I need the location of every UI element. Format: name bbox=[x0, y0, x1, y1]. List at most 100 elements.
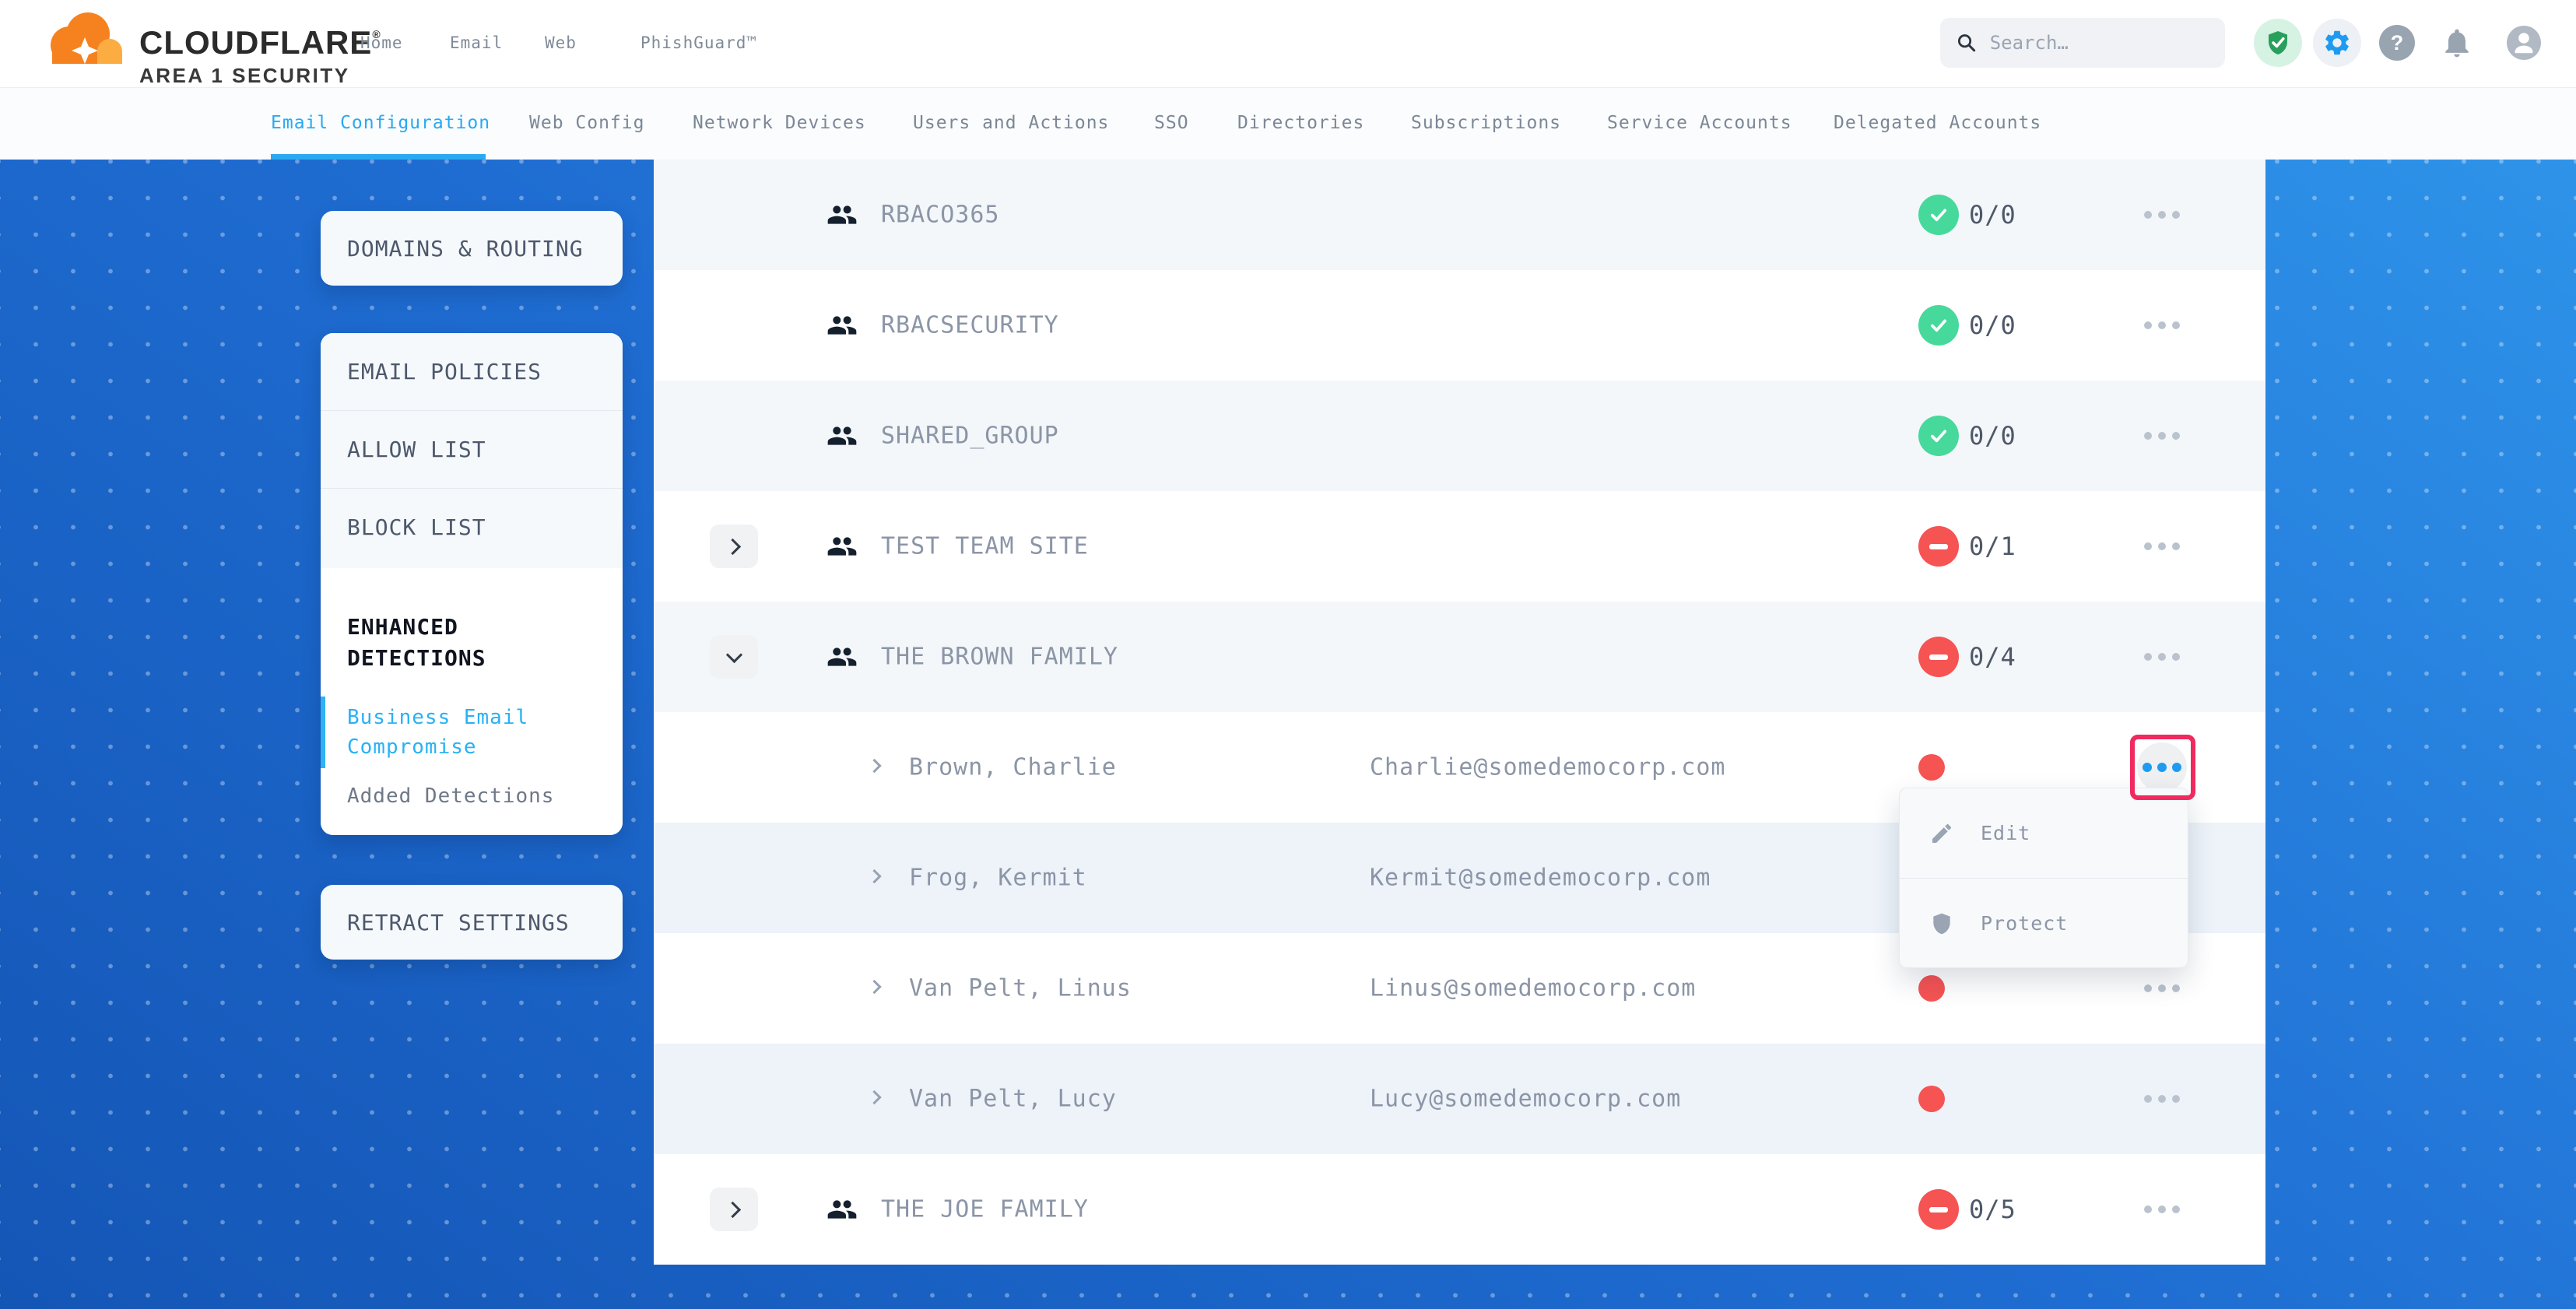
row-actions-button[interactable] bbox=[2137, 963, 2187, 1013]
brand-subtitle: AREA 1 SECURITY bbox=[139, 64, 381, 88]
cloudflare-cloud-icon bbox=[43, 8, 128, 76]
account-button[interactable] bbox=[2505, 24, 2543, 61]
member-chevron-icon bbox=[867, 759, 881, 773]
group-icon bbox=[826, 199, 858, 230]
search-input[interactable] bbox=[1990, 32, 2209, 54]
menu-item-label: Edit bbox=[1981, 822, 2030, 844]
tab-web-config[interactable]: Web Config bbox=[529, 113, 644, 133]
gear-icon bbox=[2322, 28, 2352, 58]
group-name: RBACSECURITY bbox=[881, 312, 1059, 339]
member-chevron-icon bbox=[867, 1090, 881, 1104]
protection-status-button[interactable] bbox=[2254, 19, 2302, 67]
member-count: 0/0 bbox=[1969, 200, 2016, 230]
status-check-badge bbox=[1918, 305, 1959, 346]
sidebar-item-business-email-compromise[interactable]: Business Email Compromise bbox=[347, 703, 596, 762]
tab-email-configuration[interactable]: Email Configuration bbox=[271, 113, 490, 133]
sidebar-item-label: DOMAINS & ROUTING bbox=[321, 236, 584, 261]
row-context-menu: Edit Protect bbox=[1899, 788, 2188, 968]
settings-button[interactable] bbox=[2313, 19, 2361, 67]
pencil-icon bbox=[1929, 821, 1954, 846]
row-actions-button[interactable] bbox=[2137, 190, 2187, 240]
chevron-right-icon bbox=[724, 1201, 740, 1217]
tab-network-devices[interactable]: Network Devices bbox=[693, 113, 866, 133]
table-row[interactable]: TEST TEAM SITE 0/1 bbox=[654, 491, 2265, 602]
member-count: 0/1 bbox=[1969, 532, 2016, 561]
sidebar-item-retract-settings[interactable]: RETRACT SETTINGS bbox=[321, 885, 623, 960]
group-icon bbox=[826, 310, 858, 341]
member-name: Brown, Charlie bbox=[909, 754, 1117, 781]
tab-directories[interactable]: Directories bbox=[1237, 113, 1364, 133]
sidebar-item-allow-list[interactable]: ALLOW LIST bbox=[321, 411, 623, 489]
search-icon bbox=[1956, 30, 1978, 55]
nav-email[interactable]: Email bbox=[450, 33, 503, 52]
menu-item-protect[interactable]: Protect bbox=[1900, 878, 2188, 968]
cloudflare-logo[interactable]: CLOUDFLARE® AREA 1 SECURITY bbox=[43, 8, 381, 88]
menu-item-edit[interactable]: Edit bbox=[1900, 788, 2188, 878]
nav-web[interactable]: Web bbox=[545, 33, 577, 52]
collapse-button[interactable] bbox=[710, 635, 758, 679]
member-name: Van Pelt, Linus bbox=[909, 975, 1132, 1002]
brand-name: CLOUDFLARE® bbox=[139, 19, 381, 58]
tab-subscriptions[interactable]: Subscriptions bbox=[1411, 113, 1561, 133]
table-row-member[interactable]: Van Pelt, Lucy Lucy@somedemocorp.com bbox=[654, 1044, 2265, 1154]
table-row[interactable]: SHARED_GROUP 0/0 bbox=[654, 381, 2265, 491]
row-actions-button[interactable] bbox=[2137, 632, 2187, 682]
status-minus-badge bbox=[1918, 637, 1959, 677]
group-icon bbox=[826, 641, 858, 672]
sidebar-item-block-list[interactable]: BLOCK LIST bbox=[321, 489, 623, 568]
sidebar-section-enhanced-detections: ENHANCED DETECTIONS Business Email Compr… bbox=[321, 568, 623, 835]
notifications-button[interactable] bbox=[2440, 26, 2474, 60]
avatar-icon bbox=[2505, 24, 2543, 61]
status-check-badge bbox=[1918, 416, 1959, 456]
member-email: Lucy@somedemocorp.com bbox=[1370, 1086, 1681, 1113]
sidebar-item-email-policies[interactable]: EMAIL POLICIES bbox=[321, 333, 623, 411]
group-name: THE JOE FAMILY bbox=[881, 1196, 1089, 1223]
table-row[interactable]: THE JOE FAMILY 0/5 bbox=[654, 1154, 2265, 1265]
bell-icon bbox=[2440, 26, 2474, 60]
row-actions-button[interactable] bbox=[2137, 1184, 2187, 1234]
menu-item-label: Protect bbox=[1981, 912, 2068, 935]
member-chevron-icon bbox=[867, 980, 881, 994]
row-actions-button[interactable] bbox=[2137, 1074, 2187, 1124]
group-name: TEST TEAM SITE bbox=[881, 533, 1089, 560]
status-alert-dot bbox=[1918, 1086, 1945, 1112]
member-count: 0/4 bbox=[1969, 642, 2016, 672]
status-check-badge bbox=[1918, 195, 1959, 235]
group-name: RBACO365 bbox=[881, 202, 1000, 229]
expand-button[interactable] bbox=[710, 1188, 758, 1231]
top-bar: CLOUDFLARE® AREA 1 SECURITY Home Email W… bbox=[0, 0, 2576, 88]
member-email: Linus@somedemocorp.com bbox=[1370, 975, 1696, 1002]
nav-home[interactable]: Home bbox=[360, 33, 403, 52]
groups-table: RBACO365 0/0 RBACSECURITY 0/0 SHARED_GRO… bbox=[654, 160, 2265, 1265]
nav-phishguard[interactable]: PhishGuard™ bbox=[640, 33, 757, 52]
group-name: SHARED_GROUP bbox=[881, 423, 1059, 450]
tab-delegated-accounts[interactable]: Delegated Accounts bbox=[1834, 113, 2041, 133]
row-actions-button-active[interactable] bbox=[2137, 742, 2187, 792]
member-chevron-icon bbox=[867, 869, 881, 883]
member-email: Charlie@somedemocorp.com bbox=[1370, 754, 1725, 781]
row-actions-button[interactable] bbox=[2137, 300, 2187, 350]
help-icon: ? bbox=[2391, 31, 2404, 55]
help-button[interactable]: ? bbox=[2379, 25, 2415, 61]
row-actions-button[interactable] bbox=[2137, 521, 2187, 571]
tab-service-accounts[interactable]: Service Accounts bbox=[1607, 113, 1792, 133]
expand-button[interactable] bbox=[710, 525, 758, 568]
sidebar-item-added-detections[interactable]: Added Detections bbox=[347, 781, 565, 812]
shield-check-icon bbox=[2264, 29, 2292, 57]
group-icon bbox=[826, 531, 858, 562]
status-minus-badge bbox=[1918, 526, 1959, 567]
table-row[interactable]: THE BROWN FAMILY 0/4 bbox=[654, 602, 2265, 712]
table-row[interactable]: RBACO365 0/0 bbox=[654, 160, 2265, 270]
member-email: Kermit@somedemocorp.com bbox=[1370, 865, 1711, 892]
member-count: 0/0 bbox=[1969, 421, 2016, 451]
search-box[interactable] bbox=[1940, 18, 2225, 68]
sidebar-item-domains-routing[interactable]: DOMAINS & ROUTING bbox=[321, 211, 623, 286]
table-row[interactable]: RBACSECURITY 0/0 bbox=[654, 270, 2265, 381]
sidebar-item-enhanced-detections[interactable]: ENHANCED DETECTIONS bbox=[347, 612, 569, 674]
tab-users-and-actions[interactable]: Users and Actions bbox=[913, 113, 1109, 133]
row-actions-button[interactable] bbox=[2137, 411, 2187, 461]
active-item-indicator bbox=[321, 697, 325, 768]
group-icon bbox=[826, 1194, 858, 1225]
tab-sso[interactable]: SSO bbox=[1154, 113, 1189, 133]
chevron-down-icon bbox=[725, 646, 742, 662]
